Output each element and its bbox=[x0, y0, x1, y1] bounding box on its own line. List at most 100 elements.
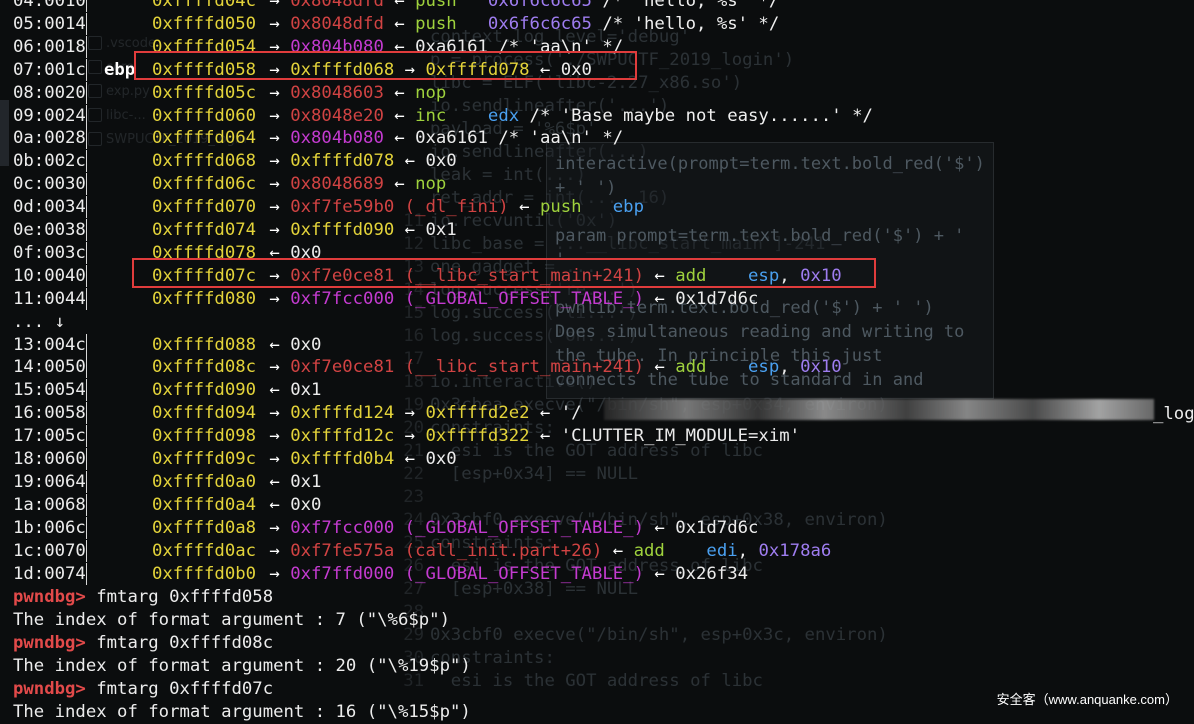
chain-arr: ← bbox=[383, 128, 416, 149]
chain-arr: → bbox=[259, 540, 291, 561]
command-output: The index of format argument : 20 ("\%19… bbox=[13, 655, 471, 676]
row-separator bbox=[86, 287, 87, 310]
chain-plain bbox=[665, 541, 707, 561]
register-label: ebp bbox=[104, 59, 136, 80]
file-icon bbox=[88, 84, 102, 98]
chain-code: 0x8048dfd bbox=[290, 0, 384, 11]
chain-code: 0x8048e20 bbox=[290, 105, 384, 126]
file-icon bbox=[88, 36, 102, 50]
chain-arr: ← bbox=[259, 334, 291, 355]
chain-arr: → bbox=[259, 563, 291, 584]
chain-data: (_GLOBAL_OFFSET_TABLE_) bbox=[404, 517, 644, 538]
pwndbg-prompt: pwndbg> bbox=[13, 632, 86, 653]
chain-arr: ← bbox=[529, 426, 561, 447]
chain-cmt: /* 'hello, %s' */ bbox=[591, 13, 780, 34]
stack-value-chain: → 0x8048603 ← nop bbox=[259, 82, 446, 105]
stack-offset: 1b:006c bbox=[13, 517, 86, 538]
chain-plain: 0x1 bbox=[290, 380, 322, 401]
chain-arr: → bbox=[259, 128, 291, 149]
chain-plain bbox=[394, 541, 404, 561]
chain-arr: ← bbox=[259, 471, 291, 492]
chain-stk: 0xffffd322 bbox=[425, 426, 530, 447]
chain-opnd: esp bbox=[748, 357, 780, 378]
chain-stk: 0xffffd0b4 bbox=[290, 449, 395, 469]
chain-arr: → bbox=[259, 105, 291, 126]
stack-offset: 14:0050 bbox=[13, 357, 86, 378]
row-separator bbox=[86, 196, 87, 219]
ghost-line-number: 16 bbox=[403, 326, 424, 346]
row-separator bbox=[86, 425, 87, 448]
chain-plain bbox=[457, 14, 488, 34]
file-icon bbox=[88, 108, 102, 122]
stack-offset: 10:0040 bbox=[13, 265, 86, 286]
chain-data: (_GLOBAL_OFFSET_TABLE_) bbox=[404, 288, 644, 309]
row-separator bbox=[86, 356, 87, 379]
stack-address: 0xffffd088 bbox=[152, 334, 257, 355]
row-separator bbox=[86, 333, 87, 356]
stack-address: 0xffffd050 bbox=[152, 13, 257, 34]
stack-address: 0xffffd0a4 bbox=[152, 494, 257, 515]
tooltip-line: param prompt=term.text.bold_red('$') + ' bbox=[555, 226, 965, 246]
command-line[interactable]: pwndbg> fmtarg 0xffffd08c bbox=[13, 632, 273, 655]
chain-ins: nop bbox=[415, 174, 447, 195]
stack-offset: 0f:003c bbox=[13, 242, 86, 263]
stack-value-chain: → 0xf7e0ce81 (__libc_start_main+241) ← a… bbox=[259, 356, 842, 379]
chain-arr: ← bbox=[643, 563, 676, 584]
chain-plain: 0x1 bbox=[425, 220, 457, 240]
chain-arr: ← bbox=[643, 357, 676, 378]
stack-address: 0xffffd08c bbox=[152, 357, 257, 378]
stack-offset: 0c:0030 bbox=[13, 174, 86, 195]
row-separator bbox=[86, 241, 87, 264]
chain-arr: → bbox=[259, 357, 291, 378]
chain-stk: 0xffffd078 bbox=[290, 151, 395, 172]
chain-ins: push bbox=[415, 0, 457, 11]
stack-value-chain: → 0xffffd0b4 ← 0x0 bbox=[259, 448, 456, 471]
stack-address: 0xffffd0b0 bbox=[152, 563, 257, 584]
command-line[interactable]: pwndbg> fmtarg 0xffffd058 bbox=[13, 586, 273, 609]
row-separator bbox=[86, 12, 87, 35]
stack-offset: 1a:0068 bbox=[13, 494, 86, 515]
chain-plain bbox=[706, 357, 748, 377]
chain-plain: , bbox=[779, 357, 801, 378]
chain-arr: → bbox=[259, 220, 291, 240]
stack-offset: 0a:0028 bbox=[13, 128, 86, 149]
chain-num: 0x10 bbox=[800, 357, 842, 378]
ghost-code-text: [esp+0x34] == NULL bbox=[430, 464, 639, 484]
row-separator bbox=[86, 173, 87, 196]
chain-arr: → bbox=[259, 151, 291, 172]
chain-plain: 0x0 bbox=[290, 494, 322, 515]
chain-plain bbox=[394, 357, 404, 377]
row-separator bbox=[86, 150, 87, 173]
command-output: The index of format argument : 16 ("\%15… bbox=[13, 701, 471, 722]
chain-code: (__libc_start_main+241) bbox=[404, 357, 644, 378]
pwndbg-prompt: pwndbg> bbox=[13, 587, 86, 607]
row-separator bbox=[86, 539, 87, 562]
stack-value-chain: → 0xf7ffd000 (_GLOBAL_OFFSET_TABLE_) ← 0… bbox=[259, 563, 748, 586]
chain-cmt: /* 'hello, %s' */ bbox=[591, 0, 780, 11]
chain-plain bbox=[446, 106, 488, 126]
chain-arr: → bbox=[259, 197, 291, 218]
stack-value-chain: → 0xf7fe575a (call_init.part+26) ← add e… bbox=[259, 540, 831, 563]
terminal-left-gutter bbox=[0, 100, 9, 166]
chain-ins: push bbox=[415, 13, 457, 34]
ghost-code-text: 0x3cbf0 execve("/bin/sh", esp+0x3c, envi… bbox=[430, 625, 888, 645]
command-text: fmtarg 0xffffd08c bbox=[85, 632, 274, 653]
chain-stk: 0xffffd090 bbox=[290, 220, 395, 240]
row-separator bbox=[86, 470, 87, 493]
stack-offset: 15:0054 bbox=[13, 380, 86, 401]
chain-arr: ← bbox=[602, 540, 634, 561]
stack-offset: 13:004c bbox=[13, 334, 86, 355]
chain-plain bbox=[394, 518, 404, 538]
chain-plain bbox=[582, 197, 613, 217]
stack-offset: 19:0064 bbox=[13, 471, 86, 492]
stack-value-chain: → 0xf7fcc000 (_GLOBAL_OFFSET_TABLE_) ← 0… bbox=[259, 288, 758, 311]
stack-offset: 08:0020 bbox=[13, 82, 86, 103]
row-separator bbox=[86, 219, 87, 241]
chain-stk: 0xffffd12c bbox=[290, 426, 395, 447]
command-line[interactable]: pwndbg> fmtarg 0xffffd07c bbox=[13, 678, 273, 701]
stack-offset: 1c:0070 bbox=[13, 540, 86, 561]
row-separator bbox=[86, 448, 87, 470]
chain-arr: ← bbox=[383, 13, 416, 34]
stack-address: 0xffffd064 bbox=[152, 128, 257, 149]
stack-value-chain: → 0xf7fcc000 (_GLOBAL_OFFSET_TABLE_) ← 0… bbox=[259, 517, 758, 540]
